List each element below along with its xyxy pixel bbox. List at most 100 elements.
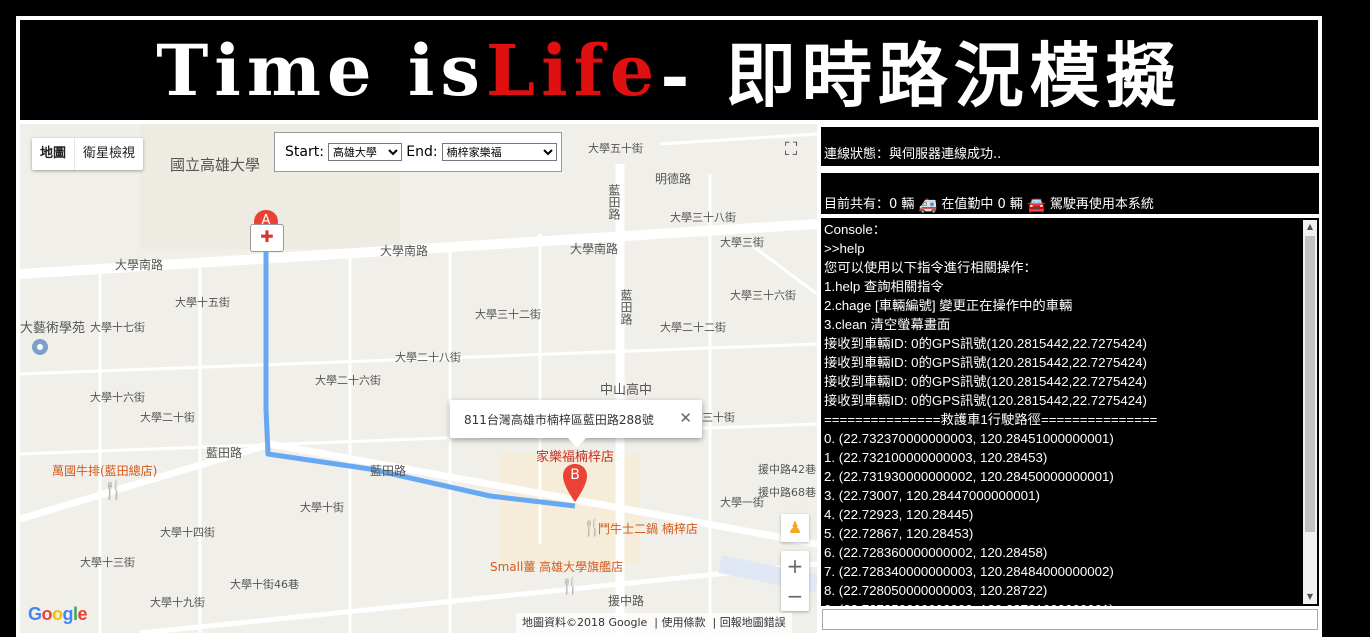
road-label: 援中路42巷 (758, 463, 816, 476)
road-label: 大學南路 (380, 244, 429, 258)
google-logo: Google (28, 604, 88, 624)
road-label: 援中路 (608, 594, 645, 608)
road-label: 大學十街46巷 (230, 578, 299, 591)
road-label: 大學三街 (720, 236, 764, 249)
console-line: 8. (22.728050000000003, 120.28722) (824, 583, 1048, 598)
banner-prefix: Time is (156, 28, 486, 112)
map-base (20, 124, 817, 633)
car-icon: 🚘 (1027, 195, 1046, 214)
restaurant-icon: 🍴 (560, 576, 580, 595)
scroll-up-icon[interactable]: ▲ (1303, 220, 1317, 234)
poi-hotpot[interactable]: 鬥牛士二鍋 楠梓店 (598, 520, 698, 537)
road-label: 大學十三街 (80, 556, 135, 569)
vehicle-count: 目前共有：0 輛 🚑 在值勤中 0 輛 🚘 駕駛再使用本系統 (821, 173, 1319, 214)
console-line: ===============救護車1行駛路徑=============== (824, 412, 1158, 427)
road-label: 大學三十六街 (730, 289, 796, 302)
marker-b[interactable]: B (563, 464, 587, 502)
ambulance-icon[interactable]: ✚ (250, 224, 284, 252)
vehicle-count-suffix: 駕駛再使用本系統 (1049, 197, 1154, 212)
poi-art[interactable]: 大藝術學苑 (20, 317, 85, 336)
zoom-out-button[interactable]: − (781, 581, 809, 611)
poi-zhongshan[interactable]: 中山高中 (600, 379, 652, 398)
poi-steak[interactable]: 萬國牛排(藍田總店) (52, 462, 157, 479)
road-label: 大學十七街 (90, 321, 145, 334)
restaurant-icon: 🍴 (102, 480, 125, 501)
road-label: 藍田路 (619, 289, 633, 325)
end-label: End: (406, 144, 438, 160)
console-line: 2. (22.731930000000002, 120.284500000000… (824, 469, 1114, 484)
road-label: 大學五十街 (588, 142, 643, 155)
info-window: 811台灣高雄市楠梓區藍田路288號 ✕ (450, 400, 702, 448)
scrollbar-thumb[interactable] (1305, 236, 1315, 532)
start-select[interactable]: 高雄大學 (327, 143, 403, 161)
console-line: 接收到車輛ID: 0的GPS訊號(120.2815442,22.7275424) (824, 355, 1147, 370)
road-label: 大學二十八街 (395, 351, 461, 364)
vehicle-count-prefix: 目前共有：0 輛 (824, 197, 915, 212)
start-label: Start: (285, 144, 324, 160)
console-line: 2.chage [車輛編號] 變更正在操作中的車輛 (824, 298, 1073, 313)
road-label: 大學三十二街 (475, 308, 541, 321)
banner-highlight: Life (485, 28, 661, 112)
street-view-pegman-icon[interactable]: ♟ (781, 514, 809, 542)
poi-carrefour[interactable]: 家樂福楠梓店 (536, 446, 614, 465)
map-type-satellite-button[interactable]: 衛星檢視 (75, 138, 143, 170)
page-banner: Time is Life - 即時路況模擬 (20, 20, 1318, 120)
road-label: 大學十街 (300, 501, 344, 514)
console-line: 1.help 查詢相關指令 (824, 279, 944, 294)
console-line: 1. (22.732100000000003, 120.28453) (824, 450, 1048, 465)
fullscreen-icon[interactable]: ⛶ (777, 136, 805, 164)
close-icon[interactable]: ✕ (679, 409, 692, 427)
road-label: 大學南路 (570, 242, 619, 256)
road-label: 大學十四街 (160, 526, 215, 539)
console-scrollbar[interactable]: ▲ ▼ (1303, 220, 1317, 604)
road-label: 大學南路 (115, 258, 164, 272)
road-label: 援中路68巷 (758, 486, 816, 499)
console-line: 接收到車輛ID: 0的GPS訊號(120.2815442,22.7275424) (824, 336, 1147, 351)
console-line: 7. (22.728340000000003, 120.284840000000… (824, 564, 1114, 579)
console-line: 0. (22.732370000000003, 120.284510000000… (824, 431, 1114, 446)
console-line: 9. (22.727850000000002, 120.287810000000… (824, 600, 1302, 606)
console-line: 3.clean 清空螢幕畫面 (824, 317, 951, 332)
console-line: 您可以使用以下指令進行相關操作： (824, 260, 1037, 275)
command-input[interactable] (822, 609, 1318, 630)
map-type-switcher: 地圖 衛星檢視 (32, 138, 144, 170)
end-select[interactable]: 楠梓家樂福 (441, 143, 557, 161)
road-label: 藍田路 (206, 446, 243, 460)
road-label: 大學二十街 (140, 411, 195, 424)
map-type-map-button[interactable]: 地圖 (32, 138, 76, 170)
map-view[interactable]: 地圖 衛星檢視 Start: 高雄大學 End: 楠梓家樂福 ⛶ 國立高雄大學 … (20, 124, 817, 633)
scroll-down-icon[interactable]: ▼ (1303, 590, 1317, 604)
console-line: Console： (824, 222, 887, 237)
connection-status-text: 連線狀態：與伺服器連線成功.. (824, 147, 1002, 162)
map-attribution: 地圖資料©2018 Google | 使用條款 | 回報地圖錯誤 (516, 613, 792, 633)
info-window-address: 811台灣高雄市楠梓區藍田路288號 (464, 412, 654, 427)
road-label: 大學二十六街 (315, 374, 381, 387)
attribution-terms-link[interactable]: 使用條款 (661, 616, 705, 629)
vehicle-count-onduty: 在值勤中 0 輛 (941, 197, 1023, 212)
road-label: 藍田路 (607, 184, 621, 220)
console-output[interactable]: Console： >>help 您可以使用以下指令進行相關操作： 1.help 查詢相… (821, 218, 1319, 606)
road-label: 大學三十八街 (670, 211, 736, 224)
zoom-control: + − (781, 551, 809, 611)
poi-smallbar[interactable]: Small薑 高雄大學旗艦店 (490, 558, 623, 575)
route-control-panel: Start: 高雄大學 End: 楠梓家樂福 (274, 132, 562, 172)
console-line: 4. (22.72923, 120.28445) (824, 507, 974, 522)
console-line: 接收到車輛ID: 0的GPS訊號(120.2815442,22.7275424) (824, 374, 1147, 389)
marker-b-label: B (570, 467, 580, 483)
ambulance-icon: 🚑 (918, 195, 938, 214)
road-label: 藍田路 (370, 464, 407, 478)
road-label: 大學二十二街 (660, 321, 726, 334)
attribution-data: 地圖資料©2018 Google (522, 616, 648, 629)
poi-university[interactable]: 國立高雄大學 (170, 154, 260, 175)
zoom-in-button[interactable]: + (781, 551, 809, 581)
console-line: 3. (22.73007, 120.28447000000001) (824, 488, 1040, 503)
banner-suffix: - 即時路況模擬 (660, 33, 1182, 117)
road-label: 大學十九街 (150, 596, 205, 609)
console-line: 接收到車輛ID: 0的GPS訊號(120.2815442,22.7275424) (824, 393, 1147, 408)
road-label: 明德路 (655, 172, 692, 186)
attribution-report-link[interactable]: 回報地圖錯誤 (720, 616, 786, 629)
console-line: 6. (22.728360000000002, 120.28458) (824, 545, 1048, 560)
connection-status: 連線狀態：與伺服器連線成功.. (821, 127, 1319, 166)
restaurant-icon: 🍴 (582, 518, 602, 537)
console-line: >>help (824, 241, 865, 256)
